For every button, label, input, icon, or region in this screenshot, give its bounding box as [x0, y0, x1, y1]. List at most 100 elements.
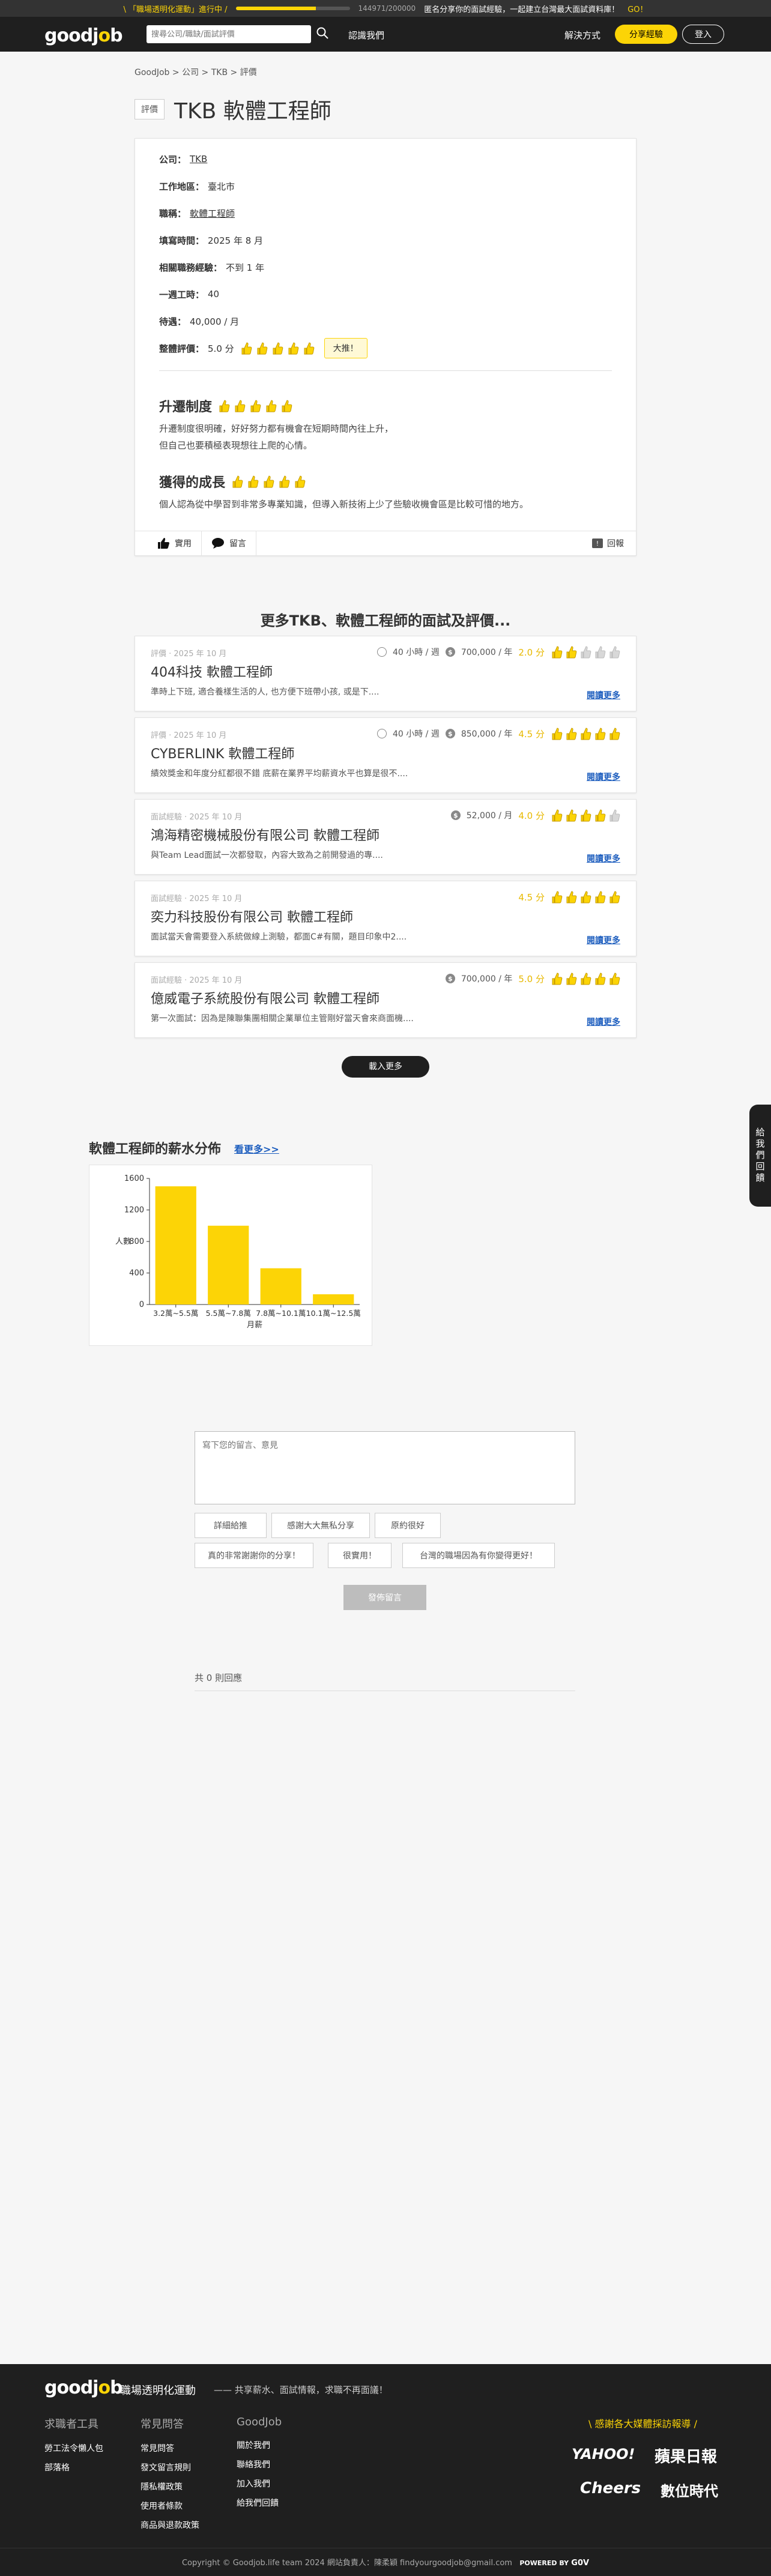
campaign-invite: 匿名分享你的面試經驗，一起建立台灣最大面試資料庫！ — [424, 5, 620, 14]
review-title[interactable]: CYBERLINK 軟體工程師 — [151, 743, 294, 762]
footer-link[interactable]: 隱私權政策 — [141, 2481, 199, 2493]
field-value: 40,000 / 月 — [190, 316, 240, 327]
business-next-logo: 數位時代 — [661, 2483, 718, 2500]
useful-button[interactable]: 實用 — [147, 531, 202, 555]
load-more-button[interactable]: 載入更多 — [342, 1056, 429, 1078]
share-experience-button[interactable]: 分享經驗 — [615, 25, 677, 44]
section-promotion: 升遷制度 升遷制度很明確，好好努力都有機會在短期時間內往上升， 但自己也要積極表… — [159, 396, 612, 454]
login-button[interactable]: 登入 — [682, 25, 724, 44]
search-box — [147, 25, 311, 43]
thumb-rating-icon — [295, 475, 306, 488]
field-value[interactable]: TKB — [190, 154, 207, 164]
rating-value: 4.5 分 — [518, 728, 545, 740]
apple-daily-logo: 蘋果日報 — [655, 2448, 718, 2466]
quick-reply-chip[interactable]: 很實用！ — [328, 1543, 392, 1568]
footer-col-goodjob: GoodJob 關於我們 聯絡我們 加入我們 給我們回饋 — [237, 2416, 282, 2516]
comment-count: 共 0 則回應 — [195, 1673, 243, 1683]
review-title[interactable]: 億威電子系統股份有限公司 軟體工程師 — [151, 988, 379, 1007]
g0v-logo[interactable]: G0V — [571, 2559, 589, 2568]
footer-link[interactable]: 給我們回饋 — [237, 2497, 282, 2509]
page-title: TKB 軟體工程師 — [174, 99, 331, 124]
comment-textarea[interactable] — [195, 1432, 575, 1504]
cheers-logo: Cheers — [580, 2479, 641, 2497]
review-field-row: 公司： TKB — [159, 154, 612, 165]
quick-reply-chip[interactable]: 詳細給推 — [195, 1513, 267, 1538]
review-title[interactable]: 404科技 軟體工程師 — [151, 662, 273, 681]
rating-value: 5.0 分 — [518, 973, 545, 985]
powered-by: POWERED BY — [519, 2559, 569, 2567]
thumb-rating-icon — [566, 973, 577, 985]
review-meta: 面試經驗 · 2025 年 10 月 — [151, 813, 243, 822]
review-meta: 面試經驗 · 2025 年 10 月 — [151, 894, 243, 903]
goodjob-logo[interactable]: goodjob — [44, 25, 123, 46]
related-review-card[interactable]: 評價 · 2025 年 10 月 CYBERLINK 軟體工程師 績效獎金和年度分紅… — [135, 717, 636, 793]
thumb-rating-icon — [581, 891, 591, 903]
quick-reply-chip[interactable]: 感謝大大無私分享 — [271, 1513, 370, 1538]
read-more-link[interactable]: 閱讀更多 — [587, 934, 620, 946]
salary-more-link[interactable]: 看更多>> — [234, 1141, 279, 1156]
thumb-rating-icon — [552, 891, 563, 903]
breadcrumb[interactable]: GoodJob > 公司 > TKB > 評價 — [135, 66, 636, 78]
rating-value: 4.5 分 — [518, 891, 545, 903]
nav-solution[interactable]: 解決方式 — [564, 29, 600, 41]
footer-link[interactable]: 發文留言規則 — [141, 2461, 199, 2473]
feedback-side-tab[interactable]: 給我們回饋 — [749, 1105, 771, 1207]
related-review-card[interactable]: 面試經驗 · 2025 年 10 月億威電子系統股份有限公司 軟體工程師 第一次面… — [135, 962, 636, 1038]
read-more-link[interactable]: 閱讀更多 — [587, 852, 620, 864]
thumb-rating-icon — [566, 891, 577, 903]
read-more-link[interactable]: 閱讀更多 — [587, 1016, 620, 1028]
related-review-card[interactable]: 面試經驗 · 2025 年 10 月鴻海精密機械股份有限公司 軟體工程師 與Tea… — [135, 799, 636, 875]
field-value[interactable]: 軟體工程師 — [190, 207, 235, 220]
footer-link[interactable]: 商品與退款政策 — [141, 2519, 199, 2531]
campaign-banner[interactable]: \ 「職場透明化運動」進行中 / 144971/200000 匿名分享你的面試經… — [0, 0, 771, 17]
y-tick-label: 1600 — [124, 1174, 144, 1183]
campaign-progress-fill — [235, 7, 316, 10]
clock-icon — [376, 647, 387, 657]
footer-link[interactable]: 加入我們 — [237, 2478, 282, 2490]
read-more-link[interactable]: 閱讀更多 — [587, 771, 620, 783]
related-review-card[interactable]: 面試經驗 · 2025 年 10 月奕力科技股份有限公司 軟體工程師 面試當天會需… — [135, 881, 636, 956]
footer-col-tools: 求職者工具 勞工法令懶人包 部落格 — [44, 2416, 103, 2481]
quick-reply-chip[interactable]: 台灣的職場因為有你變得更好！ — [402, 1543, 555, 1568]
nav-about[interactable]: 認識我們 — [348, 29, 384, 41]
report-label: 回報 — [607, 539, 624, 549]
section-body-line: 個人認為從中學習到非常多專業知識，但導入新技術上少了些驗收機會區是比較可惜的地方… — [159, 499, 529, 510]
rating-thumbs — [551, 808, 620, 822]
report-button[interactable]: ! 回報 — [591, 537, 624, 549]
yahoo-logo: YAHOO! — [572, 2446, 635, 2463]
review-stats: 40 小時 / 週 $850,000 / 年 4.5 分 — [376, 726, 620, 741]
footer-link[interactable]: 常見問答 — [141, 2442, 199, 2454]
review-stats: $700,000 / 年 5.0 分 — [445, 971, 620, 986]
footer-link[interactable]: 關於我們 — [237, 2439, 282, 2451]
footer-link[interactable]: 使用者條款 — [141, 2500, 199, 2512]
thumb-rating-icon — [581, 646, 591, 659]
related-review-card[interactable]: 評價 · 2025 年 10 月 404科技 軟體工程師 準時上下班, 適合養樣生活… — [135, 636, 636, 711]
overall-value: 5.0 分 — [208, 343, 234, 354]
footer-link[interactable]: 部落格 — [44, 2461, 103, 2473]
read-more-link[interactable]: 閱讀更多 — [587, 689, 620, 701]
field-label: 待遇： — [159, 316, 187, 327]
more-reviews-list: 評價 · 2025 年 10 月 404科技 軟體工程師 準時上下班, 適合養樣生活… — [135, 636, 636, 1038]
search-input[interactable] — [147, 26, 311, 42]
money-icon: $ — [445, 974, 455, 983]
overall-label: 整體評價： — [159, 343, 205, 354]
comment-button[interactable]: 留言 — [202, 531, 256, 555]
footer-logo[interactable]: goodjob — [44, 2377, 123, 2398]
quick-reply-chip[interactable]: 原約很好 — [375, 1513, 441, 1538]
search-icon[interactable] — [316, 26, 331, 42]
logo-text-end: b — [110, 25, 123, 46]
field-label: 工作地區： — [159, 181, 205, 192]
footer-link[interactable]: 聯絡我們 — [237, 2458, 282, 2470]
footer-link[interactable]: 勞工法令懶人包 — [44, 2442, 103, 2454]
thumb-rating-icon — [241, 342, 252, 355]
quick-reply-chip[interactable]: 真的非常謝謝你的分享！ — [195, 1543, 313, 1568]
review-title[interactable]: 鴻海精密機械股份有限公司 軟體工程師 — [151, 825, 379, 844]
thumb-rating-icon — [552, 809, 563, 822]
submit-comment-button[interactable]: 發佈留言 — [343, 1585, 426, 1610]
rating-thumbs — [551, 645, 620, 659]
section-thumbs — [231, 474, 306, 489]
hours: 40 小時 / 週 — [392, 648, 440, 657]
campaign-go[interactable]: GO！ — [627, 3, 647, 14]
review-title[interactable]: 奕力科技股份有限公司 軟體工程師 — [151, 906, 353, 926]
thumb-rating-icon — [566, 728, 577, 740]
